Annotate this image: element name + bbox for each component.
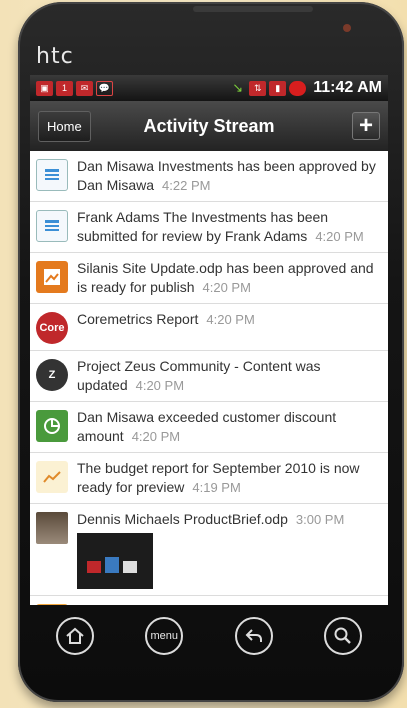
feed-item[interactable]: Core Coremetrics Report 4:20 PM [30,304,388,351]
home-button[interactable]: Home [38,110,91,142]
notification-app-icon: ▣ [36,80,53,96]
feed-item-text: Coremetrics Report [77,311,199,327]
feed-item-time: 4:20 PM [202,280,251,295]
brand-logo: htc [36,44,74,69]
feed-item-text: Dennis Michaels ProductBrief.odp [77,511,288,527]
feed-item-text: Frank Adams The Investments has been sub… [77,209,329,244]
feed-item[interactable]: Dan Misawa Investments has been approved… [30,151,388,202]
signal-icon: ▮ [269,80,287,96]
feed-item[interactable]: Z Project Zeus Community - Content was up… [30,351,388,402]
feed-item-time: 3:00 PM [295,512,345,527]
message-notification-icon: 💬 [96,80,113,96]
back-hardware-button[interactable] [234,617,273,655]
presentation-thumbnail[interactable] [77,533,153,589]
feed-item[interactable]: Frank Adams The Investments has been sub… [30,202,388,253]
report-chart-icon [36,461,68,493]
front-camera [343,24,351,32]
document-icon [36,159,68,191]
feed-item-time: 4:20 PM [206,312,255,327]
calendar-notification-icon: 1 [56,80,73,96]
feed-item-time: 4:20 PM [131,429,181,444]
sync-icon: ↘ [232,80,244,95]
feed-item[interactable]: CDan Misawa checked in at London Heathro… [30,596,388,605]
feed-item[interactable]: Silanis Site Update.odp has been approve… [30,253,388,304]
battery-icon [289,80,307,96]
title-bar: Home Activity Stream + [30,101,388,151]
status-clock: 11:42 AM [313,79,382,96]
chart-alert-icon [36,410,68,442]
hardware-nav-bar: menu [30,605,388,667]
zeus-community-icon: Z [36,359,68,391]
email-notification-icon: ✉ [76,80,93,96]
back-arrow-icon [245,629,262,642]
core-logo-icon: Core [36,312,68,344]
status-bar: ▣ 1 ✉ 💬 ↘ ⇅ ▮ 11:42 AM [30,75,388,101]
speaker-grille [193,6,313,12]
data-transfer-icon: ⇅ [249,80,267,96]
feed-item-time: 4:22 PM [162,178,211,193]
avatar-photo-icon [36,512,68,544]
home-hardware-button[interactable] [55,617,94,655]
search-icon [334,627,352,644]
feed-item-time: 4:20 PM [315,229,364,244]
feed-item[interactable]: The budget report for September 2010 is … [30,453,388,504]
feed-item-text: Dan Misawa exceeded customer discount am… [77,409,337,444]
presentation-icon [36,261,68,293]
feed-item[interactable]: Dennis Michaels ProductBrief.odp 3:00 PM [30,504,388,596]
menu-hardware-button[interactable]: menu [145,617,184,655]
search-hardware-button[interactable] [324,617,363,655]
feed-item-text: Project Zeus Community - Content was upd… [77,358,321,393]
document-icon [36,210,68,242]
feed-item-time: 4:20 PM [135,378,185,393]
feed-item-text: Dan Misawa Investments has been approved… [77,158,376,193]
activity-feed: Dan Misawa Investments has been approved… [30,151,388,605]
home-icon [66,627,84,644]
feed-item-time: 4:19 PM [192,480,241,495]
add-button[interactable]: + [352,112,380,140]
app-screen: ▣ 1 ✉ 💬 ↘ ⇅ ▮ 11:42 AM Home Activity Str… [30,75,388,605]
feed-item[interactable]: Dan Misawa exceeded customer discount am… [30,402,388,453]
